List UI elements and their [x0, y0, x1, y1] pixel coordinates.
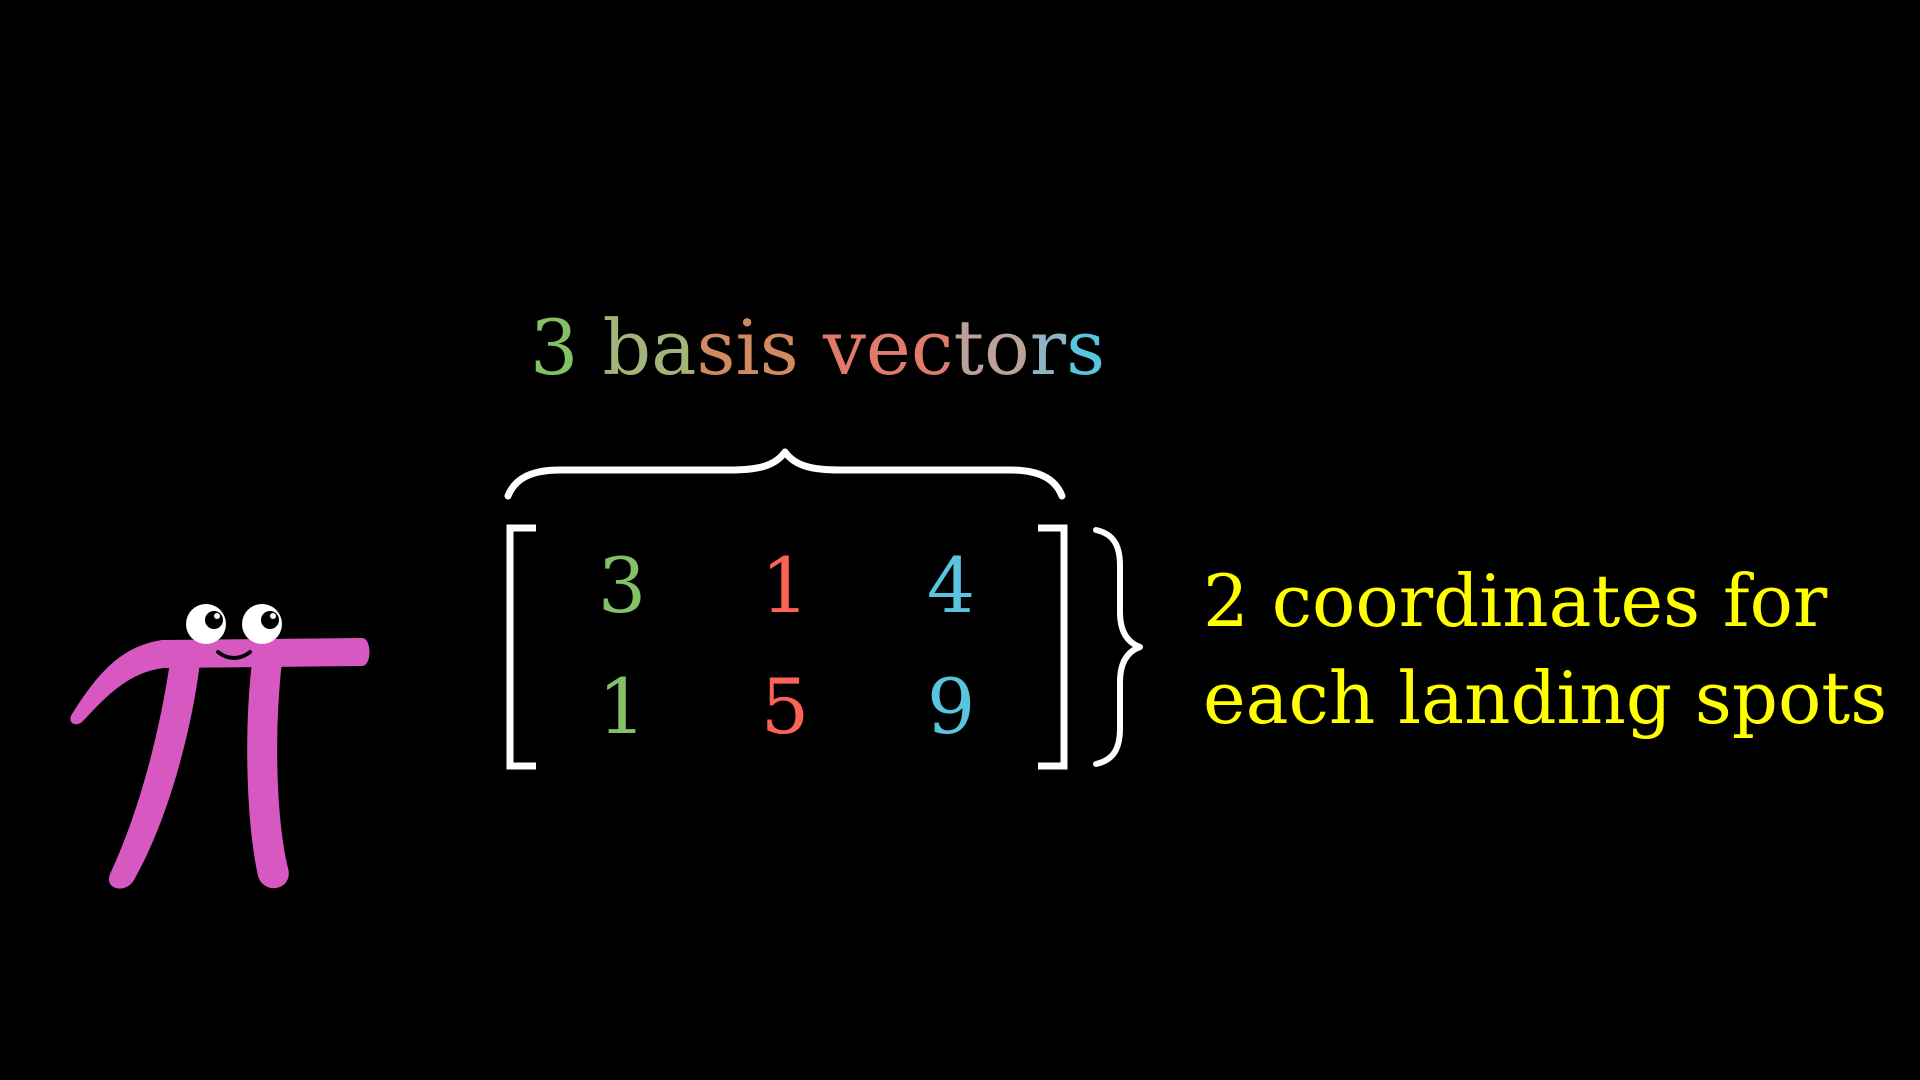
matrix-entry-r1c3: 4: [926, 541, 976, 630]
pi-creature-bar: [70, 638, 370, 725]
pi-creature-left-glint: [214, 613, 220, 619]
left-matrix-bracket: [506, 524, 536, 770]
matrix-entry-r2c1: 1: [597, 662, 647, 751]
pi-creature-left-leg: [108, 662, 200, 889]
landing-spots-line-2: each landing spots: [1203, 656, 1888, 740]
right-brace: [1093, 527, 1143, 767]
pi-creature-right-leg: [247, 662, 289, 889]
top-brace: [504, 448, 1066, 500]
matrix-entry-r1c2: 1: [760, 541, 810, 630]
scene: 3 basis vectors 3 1 4 1 5 9 2 coordinate…: [0, 0, 1920, 1080]
brackets-and-braces: [70, 448, 1143, 889]
landing-spots-label: 2 coordinates for each landing spots: [1203, 553, 1887, 747]
matrix-entry-r1c1: 3: [597, 541, 647, 630]
pi-creature-left-pupil: [205, 611, 223, 629]
matrix-entry-r2c2: 5: [760, 662, 810, 751]
pi-creature-icon: [70, 604, 370, 889]
landing-spots-line-1: 2 coordinates for: [1203, 559, 1828, 643]
pi-creature-right-pupil: [261, 611, 279, 629]
right-matrix-bracket: [1038, 524, 1068, 770]
pi-creature-right-glint: [270, 613, 276, 619]
matrix-entry-r2c3: 9: [926, 662, 976, 751]
